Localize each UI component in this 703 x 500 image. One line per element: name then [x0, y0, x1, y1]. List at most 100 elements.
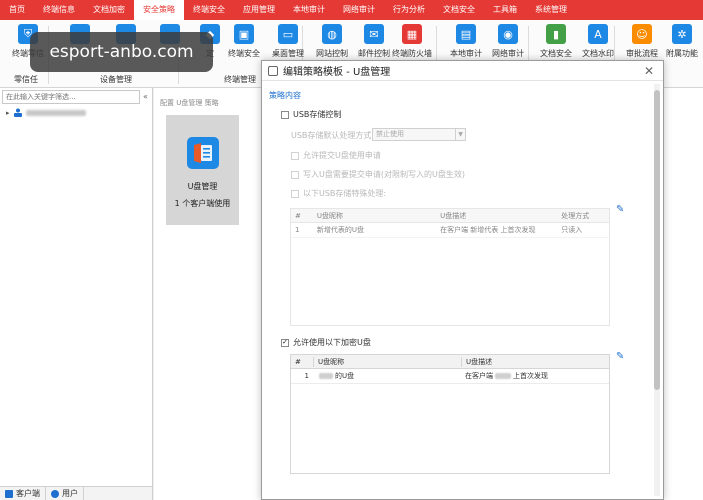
group-label-terminal: 终端管理 [224, 75, 256, 84]
menu-tab[interactable]: 文档加密 [84, 0, 134, 20]
menu-tab[interactable]: 应用管理 [234, 0, 284, 20]
expand-arrow-icon[interactable]: ▸ [6, 109, 10, 117]
ribbon-button[interactable]: A 文档水印 [576, 24, 620, 59]
usb-nickname-text: 的U盘 [335, 372, 355, 380]
approval-icon: ☺ [632, 24, 652, 44]
edit-pencil-icon[interactable]: ✎ [616, 351, 624, 362]
group-label-device: 设备管理 [100, 75, 132, 84]
desktop-icon: ▭ [278, 24, 298, 44]
usb-nickname: 的U盘 [313, 371, 461, 381]
usb-description-suffix: 上首次发现 [513, 372, 548, 380]
allow-encrypted-usb-checkbox[interactable]: ✓ 允许使用以下加密U盘 [281, 337, 371, 348]
close-icon[interactable]: ✕ [644, 64, 654, 78]
ribbon-button[interactable]: ◍ 网站控制 [310, 24, 354, 59]
app-window: 首页 终端信息 文档加密 安全策略 终端安全 应用管理 本地审计 网络审计 行为分析 文档安全 工具… [0, 0, 703, 500]
write-request-checkbox[interactable]: 写入U盘需要提交申请(对限制写入的U盘生效) [291, 169, 465, 180]
menu-tab[interactable]: 文档安全 [434, 0, 484, 20]
computer-icon [5, 489, 13, 498]
dialog-titlebar: 编辑策略模板 - U盘管理 [262, 61, 663, 81]
ribbon-button-label: 网站控制 [316, 49, 348, 58]
group-icon [13, 108, 22, 117]
default-handling-select[interactable]: 禁止使用 ▼ [372, 128, 466, 141]
tree-node-label-redacted [25, 109, 86, 116]
row-number: 1 [304, 372, 309, 380]
ribbon-button-label: 审批流程 [626, 49, 658, 58]
policy-tile-usb[interactable]: U盘管理 1 个客户端使用 [166, 115, 239, 225]
table-row[interactable]: 1 新增代表的U盘 在客户端 新增代表 上首次发现 只读入 [291, 223, 609, 238]
ribbon-button[interactable]: ▮ 文档安全 [534, 24, 578, 59]
doc-watermark-icon: A [588, 24, 608, 44]
checkbox-icon[interactable] [291, 151, 299, 160]
usb-policy-icon [186, 137, 219, 169]
checkbox-checked-icon[interactable]: ✓ [281, 338, 289, 347]
ribbon-button[interactable]: ▤ 本地审计 [444, 24, 488, 59]
menu-tab[interactable]: 终端安全 [184, 0, 234, 20]
ribbon-button[interactable]: ◉ 网络审计 [486, 24, 530, 59]
handling-mode: 只读入 [561, 226, 583, 234]
menu-tab[interactable]: 工具箱 [484, 0, 526, 20]
encrypted-usb-table: # U盘昵称 U盘描述 1 的U盘 在客户端 上首次发现 [290, 354, 610, 474]
checkbox-label: 以下USB存储特殊处理: [303, 189, 387, 198]
menu-tab[interactable]: 系统管理 [526, 0, 576, 20]
gear-icon: ✲ [672, 24, 692, 44]
tab-users[interactable]: 用户 [46, 487, 84, 500]
globe-icon: ◍ [322, 24, 342, 44]
menu-tab[interactable]: 网络审计 [334, 0, 384, 20]
menu-tab[interactable]: 首页 [0, 0, 34, 20]
ribbon-button[interactable]: ▣ 终端安全 [222, 24, 266, 59]
checkbox-icon[interactable] [291, 189, 299, 198]
default-handling-label: USB存储默认处理方式 [291, 130, 371, 141]
checkbox-label: 允许提交U盘使用申请 [303, 151, 381, 160]
top-menu-bar: 首页 终端信息 文档加密 安全策略 终端安全 应用管理 本地审计 网络审计 行为分析 文档安全 工具… [0, 0, 703, 20]
window-icon [268, 65, 278, 76]
bottom-tab-bar: 客户端 用户 [0, 486, 152, 500]
menu-tab[interactable]: 终端信息 [34, 0, 84, 20]
ribbon-button[interactable]: ☺ 审批流程 [620, 24, 664, 59]
col-header: # [295, 357, 301, 366]
special-usb-table: # U盘昵称 U盘描述 处理方式 1 新增代表的U盘 在客户端 新增代表 上首次… [290, 208, 610, 326]
tree-root-node[interactable]: ▸ [6, 108, 86, 117]
network-audit-icon: ◉ [498, 24, 518, 44]
redacted-text [319, 373, 333, 379]
table-header: # U盘昵称 U盘描述 [291, 355, 609, 369]
special-handling-checkbox[interactable]: 以下USB存储特殊处理: [291, 188, 386, 199]
user-icon [51, 489, 59, 498]
scrollbar-thumb[interactable] [654, 90, 660, 390]
checkbox-label: 允许使用以下加密U盘 [293, 338, 371, 347]
doc-shield-icon: ▮ [546, 24, 566, 44]
dialog-scrollbar[interactable] [654, 84, 660, 496]
tab-clients-label: 客户端 [16, 489, 40, 498]
dialog-title: 编辑策略模板 - U盘管理 [283, 67, 391, 78]
ribbon-button-label: 终端防火墙 [392, 49, 432, 58]
allow-request-checkbox[interactable]: 允许提交U盘使用申请 [291, 150, 381, 161]
firewall-icon: ▦ [402, 24, 422, 44]
collapse-panel-button[interactable]: « [143, 92, 148, 101]
checkbox-icon[interactable] [281, 110, 289, 119]
edit-policy-dialog: 编辑策略模板 - U盘管理 ✕ 策略内容 USB存储控制 USB存储默认处理方式… [261, 60, 664, 500]
ribbon-button[interactable]: ▭ 桌面管理 [266, 24, 310, 59]
menu-tab[interactable]: 行为分析 [384, 0, 434, 20]
table-row[interactable]: 1 的U盘 在客户端 上首次发现 [291, 369, 609, 384]
select-value: 禁止使用 [376, 130, 404, 138]
menu-tab[interactable]: 安全策略 [134, 0, 184, 20]
edit-pencil-icon[interactable]: ✎ [616, 204, 624, 215]
tile-client-count: 1 个客户端使用 [174, 199, 231, 208]
ribbon-button-label: 本地审计 [450, 49, 482, 58]
table-header: # U盘昵称 U盘描述 处理方式 [291, 209, 609, 223]
ribbon-button[interactable]: ▦ 终端防火墙 [390, 24, 434, 59]
redacted-text [495, 373, 511, 379]
usb-description: 在客户端 上首次发现 [461, 371, 609, 381]
left-panel: « ▸ 客户端 用户 [0, 88, 153, 500]
menu-tab[interactable]: 本地审计 [284, 0, 334, 20]
ribbon-button-label: 附属功能 [666, 49, 698, 58]
ribbon-button[interactable]: ✲ 附属功能 [660, 24, 703, 59]
search-input[interactable] [2, 90, 140, 104]
usb-description-prefix: 在客户端 [465, 372, 493, 380]
checkbox-icon[interactable] [291, 170, 299, 179]
monitor-audit-icon: ▤ [456, 24, 476, 44]
usb-storage-control-checkbox[interactable]: USB存储控制 [281, 109, 341, 120]
col-header: U盘描述 [440, 211, 467, 220]
default-handling-text: USB存储默认处理方式 [291, 131, 372, 140]
ribbon-button-label: 文档安全 [540, 49, 572, 58]
tab-clients[interactable]: 客户端 [0, 487, 46, 500]
